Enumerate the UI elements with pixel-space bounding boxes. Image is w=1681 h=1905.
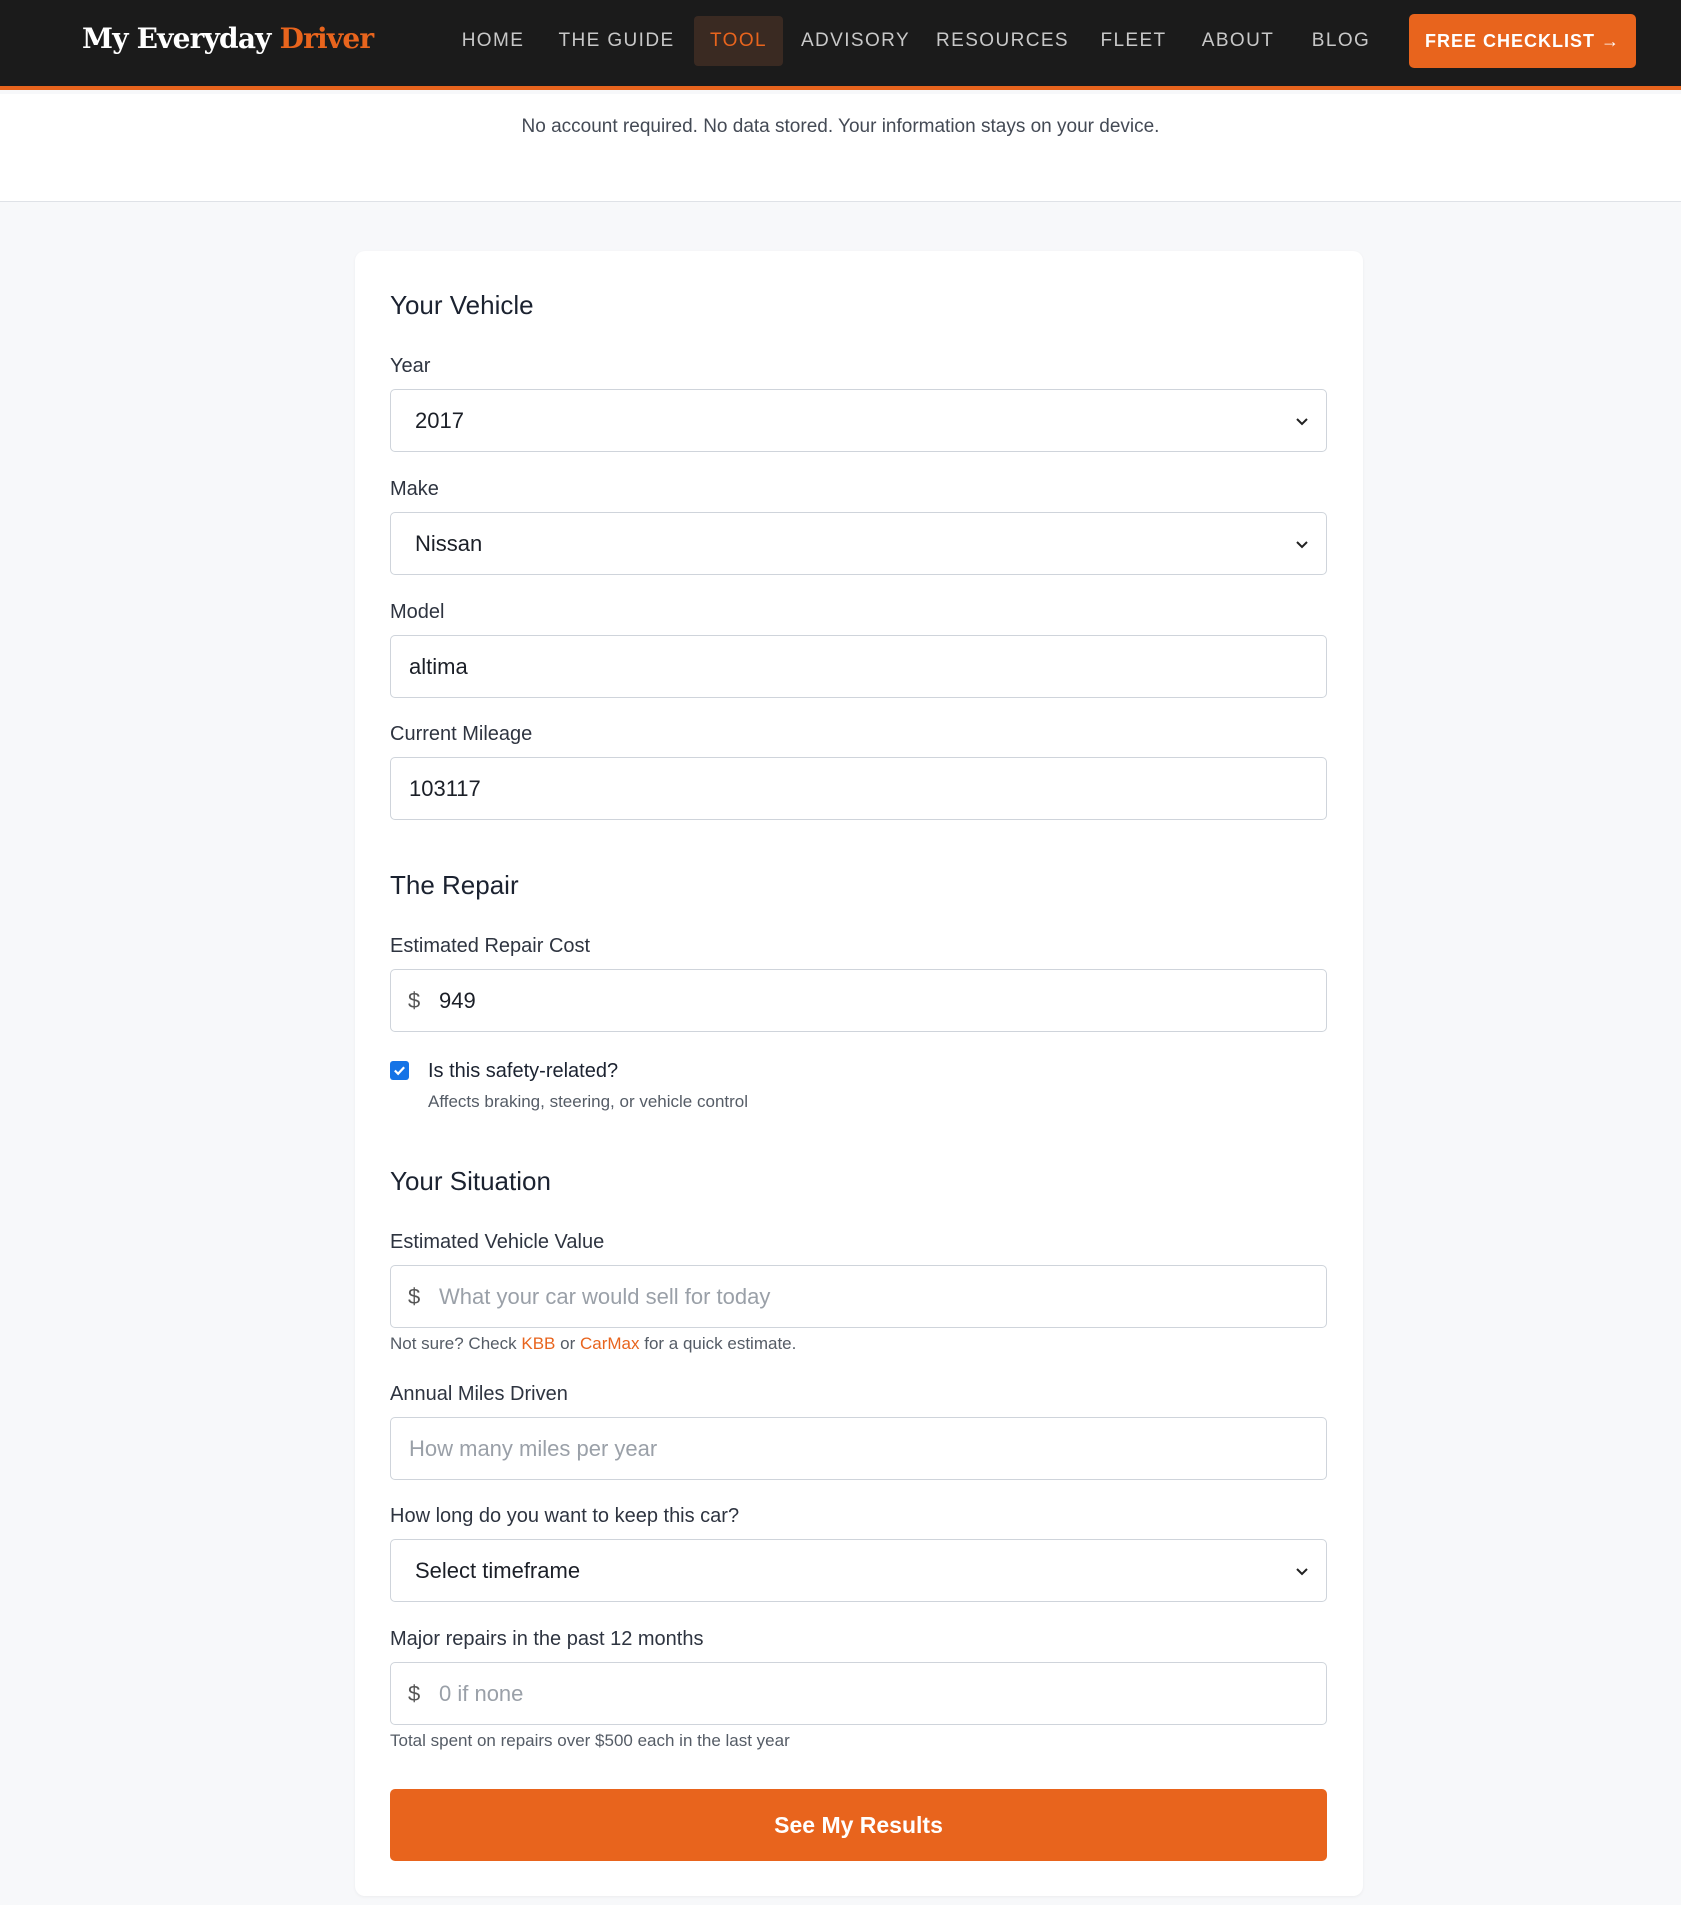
model-value: altima — [409, 653, 468, 679]
keep-timeframe-select[interactable]: Select timeframe — [390, 1539, 1327, 1602]
nav-about[interactable]: ABOUT — [1190, 16, 1286, 66]
repair-cost-value: 949 — [439, 987, 476, 1013]
site-logo[interactable]: My Everyday Driver — [82, 22, 375, 55]
annual-miles-label: Annual Miles Driven — [390, 1383, 568, 1405]
model-input[interactable]: altima — [390, 635, 1327, 698]
section-title-vehicle: Your Vehicle — [390, 290, 534, 320]
mileage-label: Current Mileage — [390, 723, 533, 745]
nav-tool[interactable]: TOOL — [694, 16, 783, 66]
dollar-prefix: $ — [408, 987, 421, 1013]
mileage-input[interactable]: 103117 — [390, 757, 1327, 820]
dollar-prefix: $ — [408, 1680, 421, 1706]
safety-label[interactable]: Is this safety-related? — [428, 1060, 618, 1083]
nav-home[interactable]: HOME — [448, 16, 538, 66]
site-header: My Everyday Driver HOME THE GUIDE TOOL A… — [0, 0, 1681, 90]
model-label: Model — [390, 601, 445, 623]
free-checklist-button[interactable]: FREE CHECKLIST → — [1409, 14, 1636, 68]
chevron-down-icon — [1296, 1568, 1308, 1576]
safety-subtext: Affects braking, steering, or vehicle co… — [428, 1092, 749, 1111]
year-select[interactable]: 2017 — [390, 389, 1327, 452]
past-repairs-help: Total spent on repairs over $500 each in… — [390, 1731, 790, 1750]
year-label: Year — [390, 355, 431, 377]
help-text-post: for a quick estimate. — [644, 1334, 797, 1353]
help-text-pre: Not sure? Check — [390, 1334, 517, 1353]
make-label: Make — [390, 478, 439, 500]
past-repairs-label: Major repairs in the past 12 months — [390, 1628, 704, 1650]
nav-blog[interactable]: BLOG — [1301, 16, 1381, 66]
see-results-button[interactable]: See My Results — [390, 1789, 1327, 1861]
keep-timeframe-value: Select timeframe — [415, 1557, 581, 1583]
past-repairs-input[interactable]: $ 0 if none — [390, 1662, 1327, 1725]
help-text-mid: or — [560, 1334, 576, 1353]
chevron-down-icon — [1296, 418, 1308, 426]
section-title-situation: Your Situation — [390, 1166, 551, 1196]
nav-advisory[interactable]: ADVISORY — [797, 16, 914, 66]
repair-cost-label: Estimated Repair Cost — [390, 935, 591, 957]
chevron-down-icon — [1296, 541, 1308, 549]
make-select[interactable]: Nissan — [390, 512, 1327, 575]
annual-miles-input[interactable]: How many miles per year — [390, 1417, 1327, 1480]
annual-miles-placeholder: How many miles per year — [409, 1435, 658, 1461]
make-value: Nissan — [415, 530, 483, 556]
check-icon — [394, 1066, 405, 1076]
keep-timeframe-label: How long do you want to keep this car? — [390, 1505, 740, 1527]
dollar-prefix: $ — [408, 1283, 421, 1309]
section-title-repair: The Repair — [390, 870, 519, 900]
year-value: 2017 — [415, 407, 464, 433]
carmax-link[interactable]: CarMax — [580, 1334, 640, 1353]
nav-fleet[interactable]: FLEET — [1091, 16, 1176, 66]
logo-accent-text: Driver — [279, 22, 375, 55]
mileage-value: 103117 — [409, 775, 481, 801]
nav-resources[interactable]: RESOURCES — [929, 16, 1076, 66]
logo-main-text: My Everyday — [82, 22, 271, 55]
kbb-link[interactable]: KBB — [521, 1334, 555, 1353]
safety-checkbox[interactable] — [390, 1061, 409, 1080]
nav-the-guide[interactable]: THE GUIDE — [553, 16, 680, 66]
past-repairs-placeholder: 0 if none — [439, 1680, 524, 1706]
vehicle-value-help: Not sure? Check KBB or CarMax for a quic… — [390, 1334, 796, 1354]
vehicle-value-placeholder: What your car would sell for today — [439, 1283, 771, 1309]
privacy-notice: No account required. No data stored. You… — [521, 116, 1160, 137]
vehicle-value-input[interactable]: $ What your car would sell for today — [390, 1265, 1327, 1328]
privacy-notice-band: No account required. No data stored. You… — [0, 94, 1681, 202]
vehicle-value-label: Estimated Vehicle Value — [390, 1231, 605, 1253]
repair-cost-input[interactable]: $ 949 — [390, 969, 1327, 1032]
